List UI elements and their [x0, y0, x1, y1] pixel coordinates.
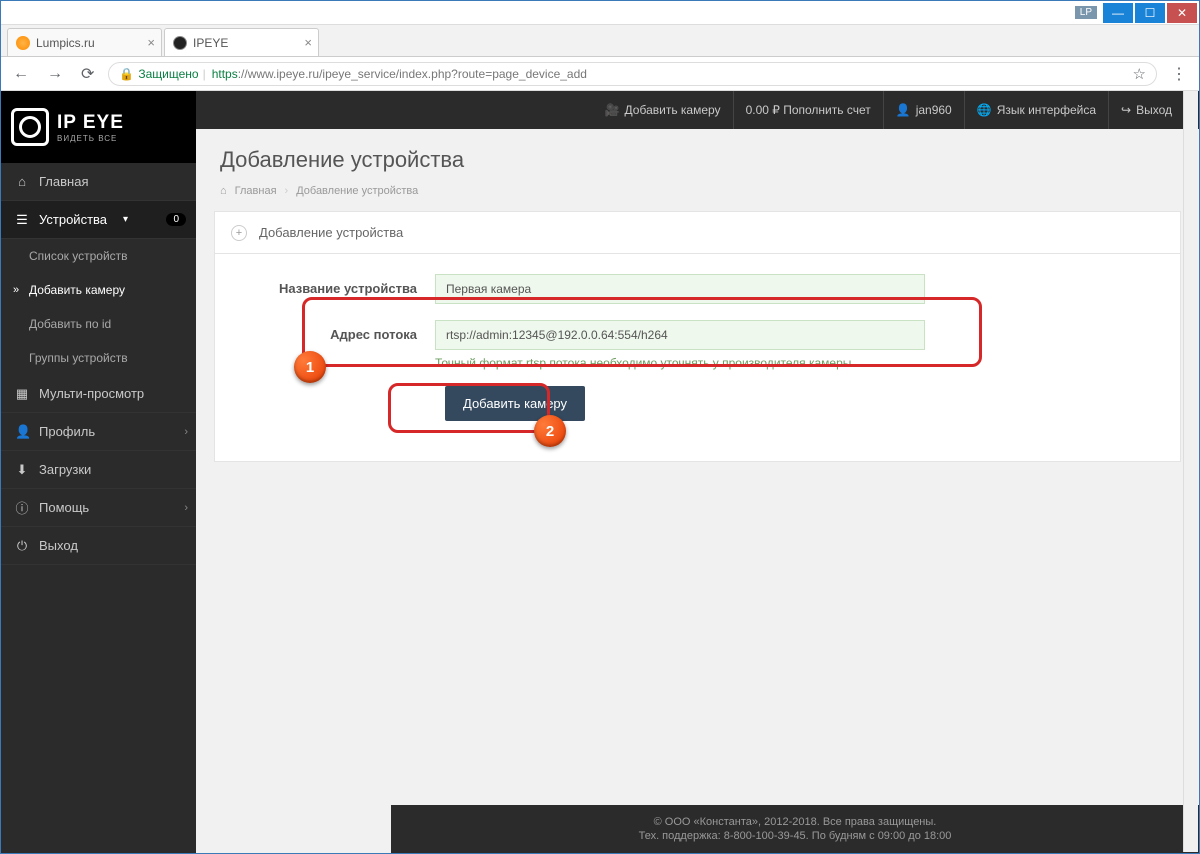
logout-icon: ↪: [1121, 103, 1131, 117]
footer-copyright: © ООО «Константа», 2012-2018. Все права …: [654, 816, 937, 828]
list-icon: ☰: [15, 212, 29, 228]
home-icon: ⌂: [220, 185, 227, 197]
crumb-current: Добавление устройства: [296, 185, 418, 197]
download-icon: ⬇: [15, 462, 29, 478]
footer: © ООО «Константа», 2012-2018. Все права …: [391, 805, 1199, 853]
nav-reload-icon[interactable]: ⟳: [77, 64, 98, 84]
logo[interactable]: IP EYE ВИДЕТЬ ВСЕ: [1, 91, 196, 163]
sidebar-item-logout[interactable]: ⏻Выход: [1, 527, 196, 565]
window-maximize-button[interactable]: ☐: [1135, 3, 1165, 23]
sidebar-item-downloads[interactable]: ⬇Загрузки: [1, 451, 196, 489]
chevron-right-icon: ›: [184, 426, 188, 438]
window-close-button[interactable]: ✕: [1167, 3, 1197, 23]
tab-close-icon[interactable]: ×: [147, 35, 155, 50]
url-text: https://www.ipeye.ru/ipeye_service/index…: [212, 67, 587, 81]
add-camera-button[interactable]: Добавить камеру: [445, 386, 585, 421]
sidebar-item-multiview[interactable]: ▦Мульти-просмотр: [1, 375, 196, 413]
stream-address-label: Адрес потока: [245, 320, 435, 342]
tab-strip: Lumpics.ru × IPEYE ×: [1, 25, 1199, 57]
sidebar: ⌂Главная ☰ Устройства ▾ 0 Список устройс…: [1, 163, 196, 853]
nav-back-icon[interactable]: ←: [9, 65, 33, 83]
panel-title: Добавление устройства: [259, 225, 403, 240]
form-panel: + Добавление устройства Название устройс…: [214, 211, 1181, 462]
chevron-down-icon: ▾: [123, 214, 128, 225]
favicon-icon: [16, 36, 30, 50]
browser-menu-icon[interactable]: ⋮: [1167, 64, 1191, 84]
panel-header: + Добавление устройства: [215, 212, 1180, 254]
sidebar-item-home[interactable]: ⌂Главная: [1, 163, 196, 201]
browser-tab-ipeye[interactable]: IPEYE ×: [164, 28, 319, 56]
camera-icon: 🎥: [605, 103, 620, 117]
window-minimize-button[interactable]: —: [1103, 3, 1133, 23]
panel-body: Название устройства Адрес потока Точный …: [215, 254, 1180, 461]
stream-hint: Точный формат rtsp потока необходимо уто…: [435, 356, 925, 370]
power-icon: ⏻: [15, 538, 29, 554]
main-content: Добавление устройства ⌂ Главная › Добавл…: [196, 129, 1199, 853]
sidebar-item-add-by-id[interactable]: Добавить по id: [1, 307, 196, 341]
lock-icon: 🔒: [119, 67, 134, 81]
topnav-logout[interactable]: ↪Выход: [1108, 91, 1184, 129]
sidebar-item-device-list[interactable]: Список устройств: [1, 239, 196, 273]
vertical-scrollbar[interactable]: [1183, 91, 1198, 852]
url-box[interactable]: 🔒 Защищено | https://www.ipeye.ru/ipeye_…: [108, 62, 1157, 86]
tab-title: Lumpics.ru: [36, 36, 95, 50]
device-name-input[interactable]: [435, 274, 925, 304]
sidebar-item-help[interactable]: ⓘПомощь›: [1, 489, 196, 527]
topnav-balance[interactable]: 0.00 ₽ Пополнить счет: [733, 91, 883, 129]
info-icon: ⓘ: [15, 498, 29, 517]
secure-label: Защищено: [138, 67, 198, 81]
globe-icon: 🌐: [977, 103, 992, 117]
crumb-home[interactable]: Главная: [235, 185, 277, 197]
bookmark-star-icon[interactable]: ☆: [1133, 65, 1146, 83]
browser-tab-lumpics[interactable]: Lumpics.ru ×: [7, 28, 162, 56]
stream-address-input[interactable]: [435, 320, 925, 350]
browser-window: LP — ☐ ✕ Lumpics.ru × IPEYE × ← → ⟳ 🔒 За…: [0, 0, 1200, 854]
topnav-language[interactable]: 🌐Язык интерфейса: [964, 91, 1108, 129]
device-name-label: Название устройства: [245, 274, 435, 296]
logo-text: IP EYE ВИДЕТЬ ВСЕ: [57, 112, 124, 143]
sidebar-item-devices[interactable]: ☰ Устройства ▾ 0: [1, 201, 196, 239]
page-header: Добавление устройства: [196, 129, 1199, 181]
address-bar: ← → ⟳ 🔒 Защищено | https://www.ipeye.ru/…: [1, 57, 1199, 91]
devices-count-badge: 0: [166, 213, 186, 226]
secure-badge: 🔒 Защищено |: [119, 67, 205, 81]
chevron-right-icon: ›: [285, 185, 289, 197]
grid-icon: ▦: [15, 386, 29, 402]
app-root: IP EYE ВИДЕТЬ ВСЕ 🎥Добавить камеру 0.00 …: [1, 91, 1199, 853]
submit-row: Добавить камеру: [245, 386, 1150, 421]
window-tag: LP: [1075, 6, 1097, 19]
chevron-right-icon: ›: [184, 502, 188, 514]
plus-icon: +: [231, 225, 247, 241]
sidebar-item-add-camera[interactable]: Добавить камеру: [1, 273, 196, 307]
user-icon: 👤: [896, 103, 911, 117]
home-icon: ⌂: [15, 174, 29, 189]
breadcrumb: ⌂ Главная › Добавление устройства: [196, 181, 1199, 211]
tab-close-icon[interactable]: ×: [304, 35, 312, 50]
window-titlebar: LP — ☐ ✕: [1, 1, 1199, 25]
nav-forward-icon[interactable]: →: [43, 65, 67, 83]
tab-title: IPEYE: [193, 36, 228, 50]
favicon-icon: [173, 36, 187, 50]
footer-support: Тех. поддержка: 8-800-100-39-45. По будн…: [639, 830, 952, 842]
row-device-name: Название устройства: [245, 274, 1150, 304]
sidebar-item-device-groups[interactable]: Группы устройств: [1, 341, 196, 375]
top-nav: 🎥Добавить камеру 0.00 ₽ Пополнить счет 👤…: [593, 91, 1199, 129]
logo-eye-icon: [11, 108, 49, 146]
user-icon: 👤: [15, 424, 29, 440]
row-stream-address: Адрес потока Точный формат rtsp потока н…: [245, 320, 1150, 370]
topnav-user[interactable]: 👤jan960: [883, 91, 964, 129]
separator: |: [203, 67, 206, 81]
topnav-add-camera[interactable]: 🎥Добавить камеру: [593, 91, 733, 129]
page-title: Добавление устройства: [220, 147, 1175, 173]
sidebar-item-profile[interactable]: 👤Профиль›: [1, 413, 196, 451]
